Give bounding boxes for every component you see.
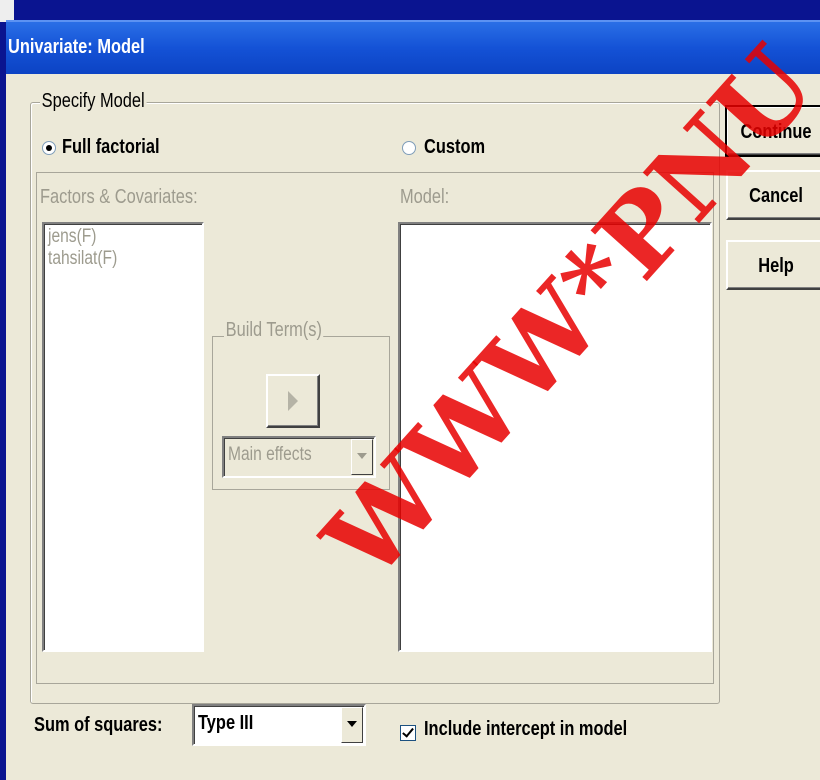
- build-term-type-select[interactable]: Main effects: [222, 436, 376, 478]
- custom-label[interactable]: Custom: [424, 136, 485, 159]
- full-factorial-radio[interactable]: [42, 141, 56, 155]
- factor-item-tahsilat[interactable]: tahsilat(F): [48, 248, 174, 270]
- sum-of-squares-label: Sum of squares:: [34, 714, 163, 736]
- model-label: Model:: [400, 186, 450, 208]
- window-corner: [0, 0, 14, 22]
- chevron-down-icon[interactable]: [351, 439, 373, 475]
- model-list[interactable]: [398, 222, 712, 652]
- build-terms-legend: Build Term(s): [224, 319, 324, 342]
- specify-model-legend: Specify Model: [40, 90, 147, 113]
- include-intercept-checkbox[interactable]: [400, 725, 416, 741]
- chevron-down-icon[interactable]: [341, 707, 363, 743]
- include-intercept-label[interactable]: Include intercept in model: [424, 718, 627, 741]
- sum-of-squares-select[interactable]: Type III: [192, 704, 366, 746]
- build-term-type-value: Main effects: [228, 444, 312, 465]
- custom-radio[interactable]: [402, 141, 416, 155]
- sum-of-squares-value: Type III: [198, 712, 254, 734]
- factors-covariates-list[interactable]: jens(F) tahsilat(F): [42, 222, 204, 652]
- move-term-arrow-button[interactable]: [266, 374, 320, 428]
- factor-item-jens[interactable]: jens(F): [48, 226, 174, 248]
- cancel-button[interactable]: Cancel: [726, 170, 820, 220]
- factors-covariates-label: Factors & Covariates:: [40, 186, 198, 208]
- help-button[interactable]: Help: [726, 240, 820, 290]
- continue-button[interactable]: Continue: [725, 105, 820, 157]
- window-title: Univariate: Model: [8, 36, 145, 58]
- univariate-model-dialog: Specify Model Full factorial Custom Fact…: [6, 74, 820, 780]
- full-factorial-label[interactable]: Full factorial: [62, 136, 160, 159]
- title-bar[interactable]: Univariate: Model: [6, 20, 820, 74]
